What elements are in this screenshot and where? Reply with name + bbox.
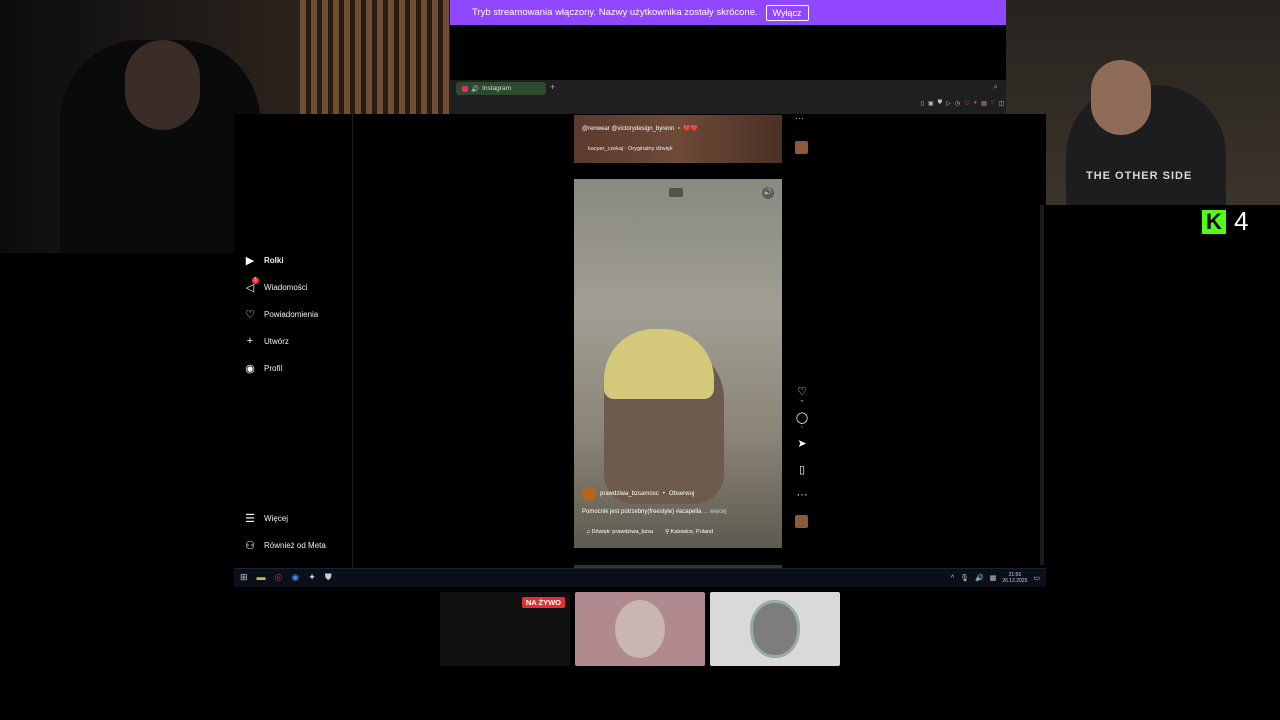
sidebar-item-reels[interactable]: ▶ Rolki: [244, 254, 284, 267]
sidebar-item-create[interactable]: + Utwórz: [244, 335, 289, 347]
heart-icon: ♡: [245, 309, 255, 321]
tab-instagram[interactable]: 🔊 Instagram: [456, 82, 546, 95]
clock-date: 26.12.2025: [1002, 578, 1028, 584]
sidebar-item-more[interactable]: ☰ Więcej: [244, 512, 288, 525]
volume-icon[interactable]: 🔊: [975, 574, 984, 582]
browser-toolbar: ▯ ▣ ⛊ ▷ ◷ ♡ ● ▤ ◌ ◫: [921, 100, 1004, 107]
prev-reel-options-icon[interactable]: ···: [795, 113, 804, 123]
reel-badge: [669, 188, 683, 197]
participant-cam-1[interactable]: NA ŻYWO: [440, 592, 570, 666]
windows-start-icon[interactable]: ⊞: [240, 572, 248, 583]
play-icon[interactable]: ▷: [946, 100, 951, 107]
bookmark-icon[interactable]: ▯: [921, 100, 924, 107]
windows-taskbar: ⊞ ▬ ◎ ◉ ✦ ⛊ ^ 🎙 🔊 ▦ 21:56 26.12.2025 ▭: [234, 568, 1046, 587]
guest-head: [1091, 60, 1151, 135]
caption-text: Pomocnik jest potrzebny(freestyle) #acap…: [582, 509, 702, 515]
banner-text: Tryb streamowania włączony. Nazwy użytko…: [472, 7, 758, 18]
tab-title: Instagram: [482, 85, 511, 92]
prev-reel-caption: @renwear @victorydesign_byrenn 🔸❤️❤️: [582, 126, 699, 132]
participant-avatar-phone: [750, 600, 800, 658]
speaker-icon: 🔊: [471, 85, 480, 93]
share-icon[interactable]: ➤: [792, 437, 812, 463]
location-link[interactable]: ⚲ Katowice, Poland: [665, 529, 713, 535]
sidebar-item-messages[interactable]: ◁ 1 Wiadomości: [244, 277, 308, 294]
sidebar-item-label: Również od Meta: [264, 541, 326, 550]
shirt-print: THE OTHER SIDE: [1086, 170, 1193, 182]
live-badge: NA ŻYWO: [521, 597, 565, 608]
profile-avatar-icon: ◉: [245, 363, 255, 375]
taskbar-apps: ⊞ ▬ ◎ ◉ ✦ ⛊: [240, 572, 332, 583]
sidebar-item-meta[interactable]: ⚇ Również od Meta: [244, 539, 326, 552]
more-link[interactable]: ... więcej: [703, 509, 726, 515]
sidebar-item-notifications[interactable]: ♡ Powiadomienia: [244, 308, 318, 321]
participant-cam-3[interactable]: [710, 592, 840, 666]
chrome-icon[interactable]: ◉: [291, 572, 299, 583]
app-shield-icon[interactable]: ⛊: [325, 572, 332, 583]
yellow-headband: [604, 329, 714, 399]
participant-cam-2[interactable]: [575, 592, 705, 666]
tray-chevron-icon[interactable]: ^: [951, 575, 954, 582]
prev-reel-audio: kacper_czekaj · Oryginalny dźwięk: [588, 146, 673, 152]
reel-meta: ♫ Dźwięk: prawdziwa_bzsa ⚲ Katowice, Pol…: [586, 529, 713, 535]
history-icon[interactable]: ◷: [955, 100, 960, 107]
opera-gx-icon[interactable]: ◎: [275, 572, 283, 583]
sidebar-item-label: Więcej: [264, 514, 289, 523]
instagram-icon: [462, 85, 468, 92]
messages-icon: ◁ 1: [244, 277, 259, 294]
scrollbar[interactable]: [1040, 205, 1044, 565]
sidebar-item-profile[interactable]: ◉ Profil: [244, 362, 282, 375]
streamer-mode-banner: Tryb streamowania włączony. Nazwy użytko…: [450, 0, 1006, 25]
sidebar-item-label: Rolki: [264, 256, 284, 265]
like-icon[interactable]: ♡ ▪▪: [792, 385, 812, 411]
system-tray: ^ 🎙 🔊 ▦ 21:56 26.12.2025 ▭: [951, 572, 1040, 584]
audio-link[interactable]: ♫ Dźwięk: prawdziwa_bzsa: [586, 529, 653, 535]
heart-icon[interactable]: ♡: [964, 100, 969, 107]
reels-icon: ▶: [245, 255, 255, 267]
reel-caption: Pomocnik jest potrzebny(freestyle) #acap…: [582, 509, 726, 515]
unread-badge: 1: [252, 277, 259, 284]
comment-icon[interactable]: ◯ ▪: [792, 411, 812, 437]
current-reel-video[interactable]: 🔊 prawdziwa_bzsamosc • Obserwuj Pomocnik…: [574, 179, 782, 548]
sidebar-item-label: Powiadomienia: [264, 310, 319, 319]
screenshot-icon[interactable]: ▣: [928, 100, 934, 107]
sidebar: ▶ Rolki ◁ 1 Wiadomości ♡ Powiadomienia + …: [234, 114, 353, 568]
previous-reel[interactable]: @renwear @victorydesign_byrenn 🔸❤️❤️ kac…: [574, 115, 782, 163]
kick-logo-icon: K: [1202, 210, 1226, 234]
search-icon[interactable]: ⌕: [994, 82, 998, 92]
file-explorer-icon[interactable]: ▬: [257, 572, 266, 583]
follow-button[interactable]: Obserwuj: [669, 491, 694, 497]
audio-thumbnail[interactable]: [795, 515, 808, 528]
plus-icon: +: [246, 335, 254, 347]
disable-streamer-mode-button[interactable]: Wyłącz: [765, 4, 809, 21]
sidebar-item-label: Wiadomości: [264, 283, 308, 292]
browser-chrome: 🔊 Instagram + ⌕ ▯ ▣ ⛊ ▷ ◷ ♡ ● ▤ ◌ ◫: [450, 80, 1006, 114]
sidebar-item-label: Utwórz: [264, 336, 289, 346]
kick-viewer-count: 4: [1234, 206, 1249, 236]
record-icon[interactable]: ●: [973, 100, 977, 107]
mute-toggle-icon[interactable]: 🔊: [762, 187, 774, 199]
clock[interactable]: 21:56 26.12.2025: [1002, 572, 1027, 584]
author-username[interactable]: prawdziwa_bzsamosc: [600, 491, 659, 497]
reel-options-icon[interactable]: ···: [792, 489, 812, 515]
author-avatar[interactable]: [582, 487, 596, 501]
notifications-icon[interactable]: ▭: [1033, 574, 1040, 582]
app-icon[interactable]: ✦: [308, 572, 316, 583]
participant-avatar: [615, 600, 665, 658]
menu-icon: ☰: [245, 513, 255, 525]
network-icon[interactable]: ▦: [990, 574, 997, 582]
new-tab-button[interactable]: +: [550, 82, 555, 92]
reel-actions: ♡ ▪▪ ◯ ▪ ➤ ▯ ···: [792, 385, 812, 528]
mic-icon[interactable]: 🎙: [960, 574, 969, 582]
wallet-icon[interactable]: ◫: [998, 100, 1004, 107]
reel-author: prawdziwa_bzsamosc • Obserwuj: [582, 487, 694, 501]
shield-icon[interactable]: ⛊: [938, 100, 943, 107]
sidebar-item-label: Profil: [264, 364, 283, 373]
extension-icon[interactable]: ▤: [981, 100, 987, 107]
messenger-icon[interactable]: ◌: [991, 100, 995, 107]
prev-audio-thumbnail[interactable]: [795, 141, 808, 154]
save-icon[interactable]: ▯: [792, 463, 812, 489]
guest-webcam-right: THE OTHER SIDE: [1006, 0, 1280, 205]
meta-icon: ⚇: [245, 540, 255, 552]
streamer-head: [125, 40, 200, 130]
